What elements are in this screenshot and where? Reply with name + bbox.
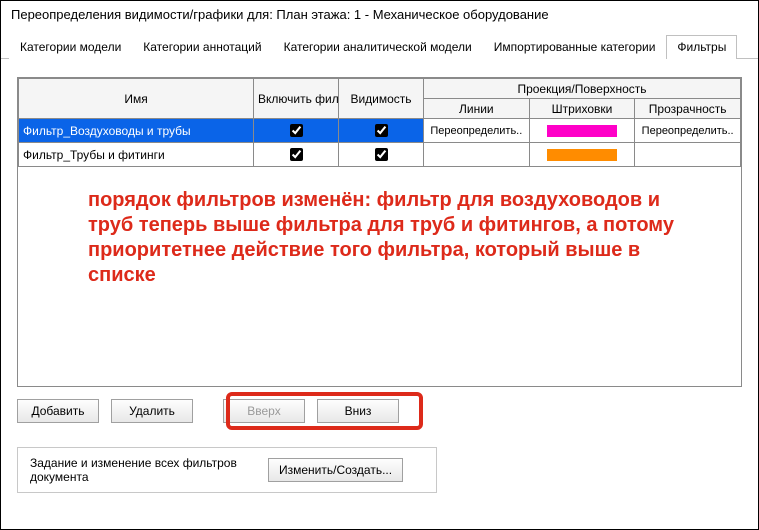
filters-table: Имя Включить фильтр Видимость Проекция/П… (18, 78, 741, 167)
header-name: Имя (19, 79, 254, 119)
enable-filter-cell[interactable] (254, 119, 339, 143)
table-row[interactable]: Фильтр_Трубы и фитинги (19, 143, 741, 167)
filter-buttons-row: Добавить Удалить Вверх Вниз (17, 399, 742, 423)
header-hatches: Штриховки (529, 99, 635, 119)
transparency-override-cell[interactable] (635, 143, 741, 167)
tab-imported-categories[interactable]: Импортированные категории (483, 35, 667, 59)
header-projection-surface: Проекция/Поверхность (424, 79, 741, 99)
enable-filter-checkbox[interactable] (290, 124, 303, 137)
header-enable-filter: Включить фильтр (254, 79, 339, 119)
tab-model-categories[interactable]: Категории модели (9, 35, 132, 59)
hatch-override-cell[interactable] (529, 119, 635, 143)
lines-override-cell[interactable]: Переопределить.. (424, 119, 530, 143)
edit-create-button[interactable]: Изменить/Создать... (268, 458, 403, 482)
visibility-checkbox[interactable] (375, 124, 388, 137)
header-transparency: Прозрачность (635, 99, 741, 119)
tab-filters[interactable]: Фильтры (666, 35, 737, 59)
transparency-override-cell[interactable]: Переопределить.. (635, 119, 741, 143)
visibility-cell[interactable] (339, 143, 424, 167)
tab-analytical-categories[interactable]: Категории аналитической модели (273, 35, 483, 59)
up-button[interactable]: Вверх (223, 399, 305, 423)
enable-filter-cell[interactable] (254, 143, 339, 167)
hatch-swatch (547, 125, 617, 137)
window-title: Переопределения видимости/графики для: П… (1, 1, 758, 28)
hatch-swatch (547, 149, 617, 161)
tab-bar: Категории модели Категории аннотаций Кат… (1, 28, 758, 59)
footer-panel: Задание и изменение всех фильтров докуме… (17, 447, 437, 493)
tab-annotation-categories[interactable]: Категории аннотаций (132, 35, 272, 59)
enable-filter-checkbox[interactable] (290, 148, 303, 161)
filters-grid: Имя Включить фильтр Видимость Проекция/П… (17, 77, 742, 387)
header-lines: Линии (424, 99, 530, 119)
footer-description: Задание и изменение всех фильтров докуме… (30, 456, 250, 484)
remove-button[interactable]: Удалить (111, 399, 193, 423)
red-annotation-text: порядок фильтров изменён: фильтр для воз… (88, 188, 701, 288)
tab-content: Имя Включить фильтр Видимость Проекция/П… (1, 59, 758, 503)
lines-override-cell[interactable] (424, 143, 530, 167)
hatch-override-cell[interactable] (529, 143, 635, 167)
add-button[interactable]: Добавить (17, 399, 99, 423)
table-row[interactable]: Фильтр_Воздуховоды и трубы Переопределит… (19, 119, 741, 143)
header-visibility: Видимость (339, 79, 424, 119)
filter-name-cell[interactable]: Фильтр_Воздуховоды и трубы (19, 119, 254, 143)
filter-name-cell[interactable]: Фильтр_Трубы и фитинги (19, 143, 254, 167)
down-button[interactable]: Вниз (317, 399, 399, 423)
visibility-cell[interactable] (339, 119, 424, 143)
visibility-checkbox[interactable] (375, 148, 388, 161)
